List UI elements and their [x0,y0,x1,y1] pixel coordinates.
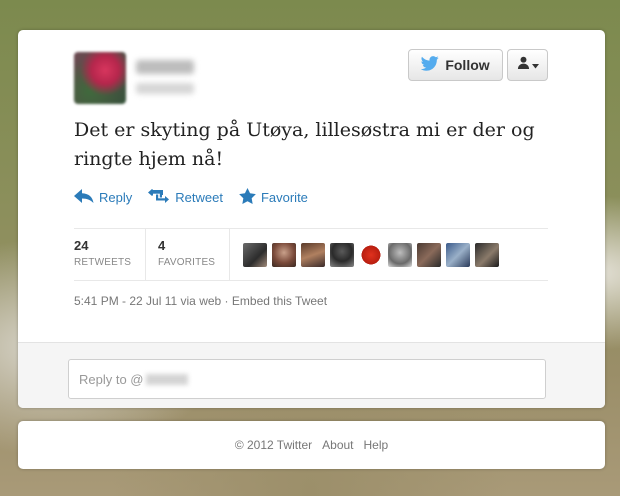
retweeter-avatar[interactable] [272,243,296,267]
favorites-stat[interactable]: 4 FAVORITES [158,238,215,268]
retweet-action[interactable]: Retweet [148,188,223,207]
stats-separator [229,228,230,280]
meta-separator: · [224,294,229,308]
tweet-text: Det er skyting på Utøya, lillesøstra mi … [74,119,535,170]
caret-down-icon [531,56,539,74]
retweeter-avatar[interactable] [475,243,499,267]
retweeter-avatar[interactable] [359,243,383,267]
follow-button[interactable]: Follow [408,49,503,81]
star-icon [239,188,256,207]
footer: © 2012 Twitter About Help [18,421,605,469]
retweeter-avatar[interactable] [330,243,354,267]
tweet-source: via web [180,294,222,308]
author-handle-redacted[interactable] [136,83,194,94]
copyright-text: © 2012 Twitter [234,438,313,452]
retweets-stat[interactable]: 24 RETWEETS [74,238,131,268]
twitter-bird-icon [421,56,440,74]
reply-input[interactable]: Reply to @ [68,359,546,399]
reply-action[interactable]: Reply [74,188,132,207]
favorite-label: Favorite [260,190,308,205]
favorites-count: 4 [158,238,166,253]
user-actions-button[interactable] [507,49,548,81]
author-name-redacted[interactable] [136,60,194,74]
tweet-timestamp[interactable]: 5:41 PM - 22 Jul 11 [74,294,177,308]
favorite-action[interactable]: Favorite [239,188,308,207]
reply-area: Reply to @ [18,342,605,408]
reply-arrow-icon [74,189,94,206]
reply-placeholder: Reply to @ [79,371,144,387]
retweets-count: 24 [74,238,89,253]
retweeter-avatar[interactable] [301,243,325,267]
reply-handle-redacted [145,373,188,385]
tweet-meta: 5:41 PM - 22 Jul 11 via web · Embed this… [74,294,327,308]
tweet-actions: Reply Retweet Favorite [74,188,308,207]
tweet-card: Follow Det er skyting på Utøya, lillesøs… [18,30,605,408]
retweeter-avatar[interactable] [417,243,441,267]
favorites-label: FAVORITES [158,257,216,268]
retweets-label: RETWEETS [74,257,132,268]
user-icon [517,56,530,74]
about-link[interactable]: About [322,438,353,452]
retweet-label: Retweet [175,190,223,205]
author-avatar[interactable] [74,52,126,104]
stats-divider-bottom [74,280,548,281]
retweeter-avatar[interactable] [388,243,412,267]
help-link[interactable]: Help [364,438,389,452]
retweet-icon [148,189,170,206]
retweeter-avatar[interactable] [243,243,267,267]
retweeter-avatars [243,243,499,267]
stats-separator [145,228,146,280]
follow-label: Follow [445,57,490,73]
retweeter-avatar[interactable] [446,243,470,267]
embed-tweet-link[interactable]: Embed this Tweet [232,294,327,308]
reply-label: Reply [99,190,133,205]
